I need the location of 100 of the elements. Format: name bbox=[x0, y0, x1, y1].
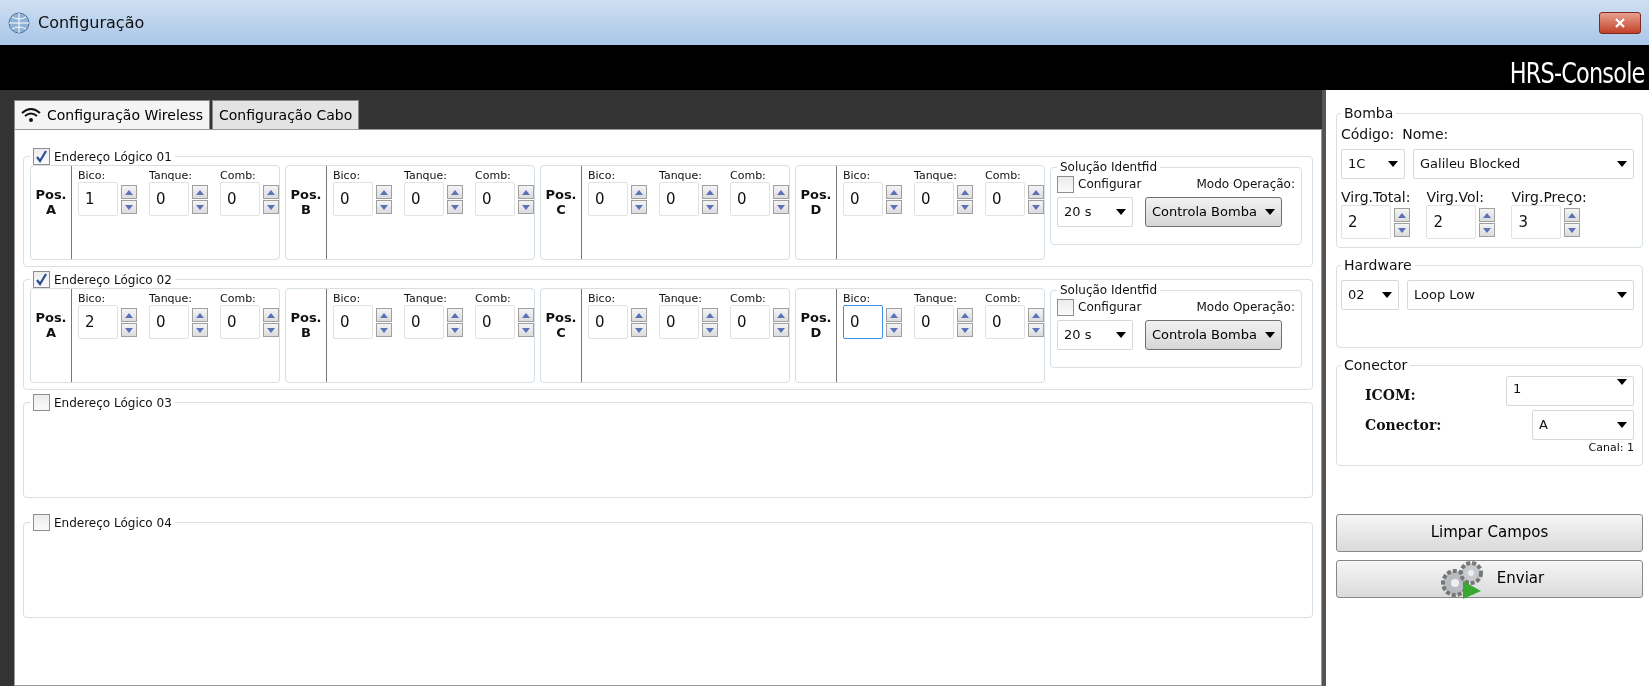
number-field[interactable]: 0 bbox=[475, 182, 515, 216]
spin-up-button[interactable] bbox=[631, 185, 647, 199]
icom-dropdown[interactable]: 1 bbox=[1506, 376, 1634, 406]
number-field[interactable]: 0 bbox=[404, 305, 444, 339]
spin-down-button[interactable] bbox=[192, 200, 208, 214]
spin-down-button[interactable] bbox=[1394, 223, 1410, 237]
number-field[interactable]: 0 bbox=[475, 305, 515, 339]
number-field[interactable]: 2 bbox=[78, 305, 118, 339]
number-field[interactable]: 1 bbox=[78, 182, 118, 216]
spin-down-button[interactable] bbox=[121, 323, 137, 337]
spin-up-button[interactable] bbox=[447, 185, 463, 199]
checkbox[interactable] bbox=[33, 514, 50, 531]
model-dropdown[interactable]: Loop Low bbox=[1407, 280, 1634, 310]
spin-down-button[interactable] bbox=[447, 200, 463, 214]
spin-down-button[interactable] bbox=[773, 200, 789, 214]
number-field[interactable]: 0 bbox=[843, 305, 883, 339]
number-field[interactable]: 0 bbox=[659, 305, 699, 339]
number-field[interactable]: 0 bbox=[985, 305, 1025, 339]
number-field[interactable]: 0 bbox=[149, 305, 189, 339]
checkbox[interactable] bbox=[33, 148, 50, 165]
checkbox[interactable] bbox=[33, 271, 50, 288]
spin-up-button[interactable] bbox=[376, 185, 392, 199]
spin-up-button[interactable] bbox=[263, 308, 279, 322]
spin-down-button[interactable] bbox=[263, 323, 279, 337]
spin-down-button[interactable] bbox=[192, 323, 208, 337]
checkbox[interactable] bbox=[33, 394, 50, 411]
number-field[interactable]: 0 bbox=[914, 182, 954, 216]
spin-down-button[interactable] bbox=[263, 200, 279, 214]
spin-up-button[interactable] bbox=[263, 185, 279, 199]
mode-dropdown[interactable]: Controla Bomba bbox=[1145, 320, 1282, 350]
spin-down-button[interactable] bbox=[121, 200, 137, 214]
spin-up-button[interactable] bbox=[957, 185, 973, 199]
spin-up-button[interactable] bbox=[702, 185, 718, 199]
spin-down-button[interactable] bbox=[773, 323, 789, 337]
number-field[interactable]: 3 bbox=[1511, 205, 1562, 239]
spin-down-button[interactable] bbox=[631, 200, 647, 214]
send-button[interactable]: Enviar bbox=[1336, 559, 1643, 598]
spin-up-button[interactable] bbox=[1394, 208, 1410, 222]
number-field[interactable]: 0 bbox=[730, 305, 770, 339]
close-button[interactable] bbox=[1599, 11, 1641, 34]
spin-down-button[interactable] bbox=[886, 323, 902, 337]
code-dropdown[interactable]: 02 bbox=[1341, 280, 1399, 310]
checkbox[interactable] bbox=[1057, 298, 1074, 316]
spin-down-button[interactable] bbox=[376, 200, 392, 214]
spin-up-button[interactable] bbox=[192, 185, 208, 199]
spin-down-button[interactable] bbox=[957, 323, 973, 337]
spin-up-button[interactable] bbox=[702, 308, 718, 322]
spin-down-button[interactable] bbox=[1479, 223, 1496, 237]
number-field[interactable]: 0 bbox=[659, 182, 699, 216]
clear-button[interactable]: Limpar Campos bbox=[1336, 513, 1643, 552]
spin-up-button[interactable] bbox=[518, 185, 534, 199]
dropdown[interactable]: 20 s bbox=[1057, 320, 1133, 350]
name-dropdown[interactable]: Galileu Blocked bbox=[1413, 149, 1634, 179]
spin-up-button[interactable] bbox=[1028, 308, 1044, 322]
spin-down-button[interactable] bbox=[957, 200, 973, 214]
spin-up-button[interactable] bbox=[886, 308, 902, 322]
spin-down-button[interactable] bbox=[702, 323, 718, 337]
conector-dropdown[interactable]: A bbox=[1532, 410, 1634, 440]
spin-up-button[interactable] bbox=[121, 185, 137, 199]
spin-up-button[interactable] bbox=[121, 308, 137, 322]
spin-up-button[interactable] bbox=[886, 185, 902, 199]
dropdown[interactable]: 20 s bbox=[1057, 197, 1133, 227]
mode-dropdown[interactable]: Controla Bomba bbox=[1145, 197, 1282, 227]
spin-up-button[interactable] bbox=[447, 308, 463, 322]
spin-down-button[interactable] bbox=[1028, 323, 1044, 337]
spin-up-button[interactable] bbox=[773, 308, 789, 322]
spin-up-button[interactable] bbox=[192, 308, 208, 322]
number-field[interactable]: 0 bbox=[730, 182, 770, 216]
number-field[interactable]: 0 bbox=[588, 305, 628, 339]
spin-up-button[interactable] bbox=[957, 308, 973, 322]
number-field[interactable]: 0 bbox=[333, 182, 373, 216]
checkbox[interactable] bbox=[1057, 175, 1074, 193]
number-field[interactable]: 0 bbox=[914, 305, 954, 339]
spin-down-button[interactable] bbox=[447, 323, 463, 337]
number-field[interactable]: 0 bbox=[220, 182, 260, 216]
spin-down-button[interactable] bbox=[702, 200, 718, 214]
spin-down-button[interactable] bbox=[886, 200, 902, 214]
spin-up-button[interactable] bbox=[1564, 208, 1581, 222]
spin-up-button[interactable] bbox=[1479, 208, 1496, 222]
number-field[interactable]: 2 bbox=[1341, 205, 1391, 239]
number-field[interactable]: 0 bbox=[985, 182, 1025, 216]
spin-up-button[interactable] bbox=[631, 308, 647, 322]
tab[interactable]: Configuração Wireless bbox=[14, 100, 210, 129]
spin-up-button[interactable] bbox=[1028, 185, 1044, 199]
code-dropdown[interactable]: 1C bbox=[1341, 149, 1405, 179]
spin-up-button[interactable] bbox=[518, 308, 534, 322]
number-field[interactable]: 0 bbox=[588, 182, 628, 216]
spin-up-button[interactable] bbox=[376, 308, 392, 322]
number-field[interactable]: 0 bbox=[333, 305, 373, 339]
number-field[interactable]: 0 bbox=[220, 305, 260, 339]
number-field[interactable]: 0 bbox=[404, 182, 444, 216]
tab[interactable]: Configuração Cabo bbox=[212, 100, 360, 129]
spin-down-button[interactable] bbox=[1564, 223, 1581, 237]
number-field[interactable]: 0 bbox=[843, 182, 883, 216]
spin-up-button[interactable] bbox=[773, 185, 789, 199]
spin-down-button[interactable] bbox=[376, 323, 392, 337]
spin-down-button[interactable] bbox=[518, 200, 534, 214]
spin-down-button[interactable] bbox=[631, 323, 647, 337]
number-field[interactable]: 0 bbox=[149, 182, 189, 216]
number-field[interactable]: 2 bbox=[1426, 205, 1477, 239]
